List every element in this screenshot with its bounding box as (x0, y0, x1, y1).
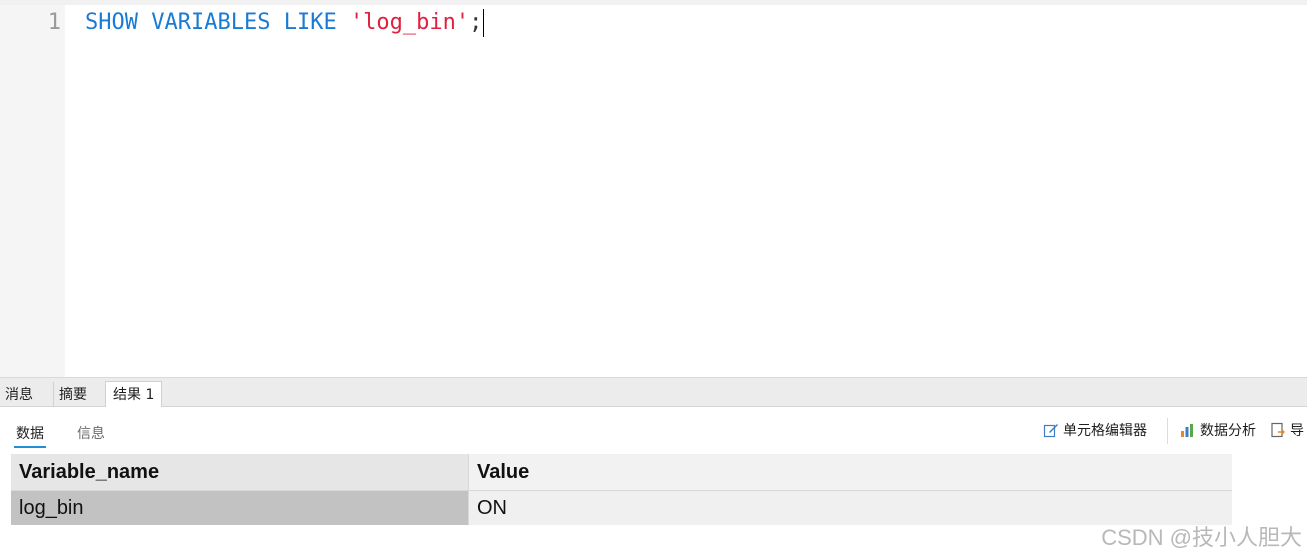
subtab-info[interactable]: 信息 (77, 424, 105, 444)
keyword-like: LIKE (283, 10, 337, 35)
export-button[interactable]: 导 (1270, 421, 1304, 444)
keyword-variables: VARIABLES (151, 10, 271, 35)
grid-header-row: Variable_name Value (11, 454, 1232, 490)
toolbar-divider (1167, 418, 1168, 444)
export-icon (1270, 422, 1286, 444)
text-caret (483, 9, 485, 37)
column-header-variable-name[interactable]: Variable_name (11, 454, 468, 490)
watermark-text: CSDN @技小人胆大 (1101, 525, 1302, 550)
result-toolbar: 数据 信息 单元格编辑器 数据分析 导 (0, 407, 1307, 454)
statement-terminator: ; (469, 10, 483, 35)
line-number-gutter: 1 (0, 5, 65, 377)
cell-variable-name[interactable]: log_bin (11, 491, 468, 525)
editor-top-strip (0, 0, 1307, 5)
data-analysis-label: 数据分析 (1200, 423, 1256, 439)
tab-messages[interactable]: 消息 (0, 382, 38, 408)
subtab-data[interactable]: 数据 (14, 424, 46, 448)
code-line-1[interactable]: SHOW VARIABLES LIKE 'log_bin'; (85, 9, 485, 37)
bar-chart-icon (1180, 422, 1196, 444)
tab-result-1[interactable]: 结果 1 (105, 381, 163, 409)
cell-editor-label: 单元格编辑器 (1063, 423, 1147, 439)
line-number: 1 (47, 10, 61, 35)
tab-summary[interactable]: 摘要 (53, 382, 92, 408)
cell-editor-button[interactable]: 单元格编辑器 (1043, 421, 1147, 444)
result-tab-bar: 消息 摘要 结果 1 (0, 377, 1307, 409)
data-analysis-button[interactable]: 数据分析 (1180, 421, 1256, 444)
keyword-show: SHOW (85, 10, 138, 35)
export-label: 导 (1290, 423, 1304, 439)
column-header-value[interactable]: Value (468, 454, 1232, 490)
string-literal: 'log_bin' (349, 10, 470, 35)
sql-editor[interactable]: 1 SHOW VARIABLES LIKE 'log_bin'; (0, 0, 1307, 377)
edit-icon (1043, 422, 1059, 444)
table-row[interactable]: log_bin ON (11, 491, 1232, 525)
